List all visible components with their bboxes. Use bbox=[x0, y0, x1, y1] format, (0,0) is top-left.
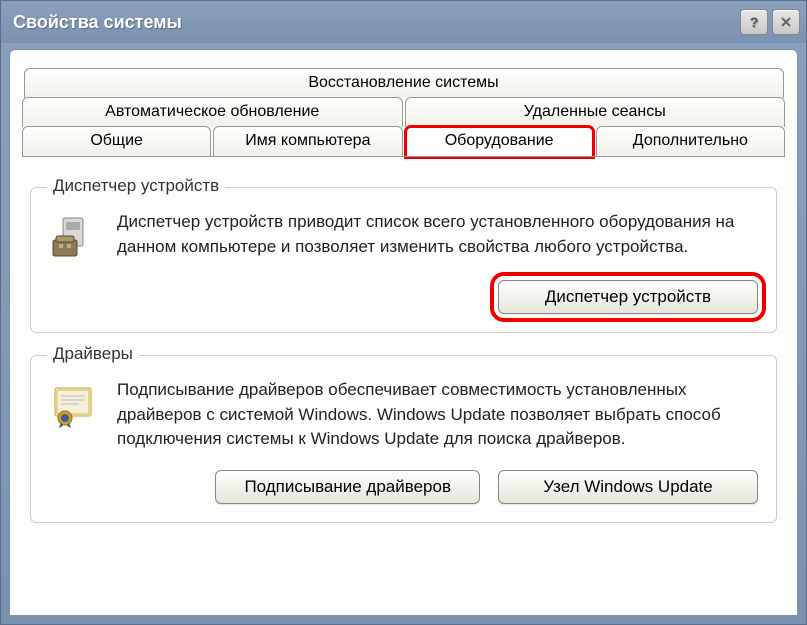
certificate-icon bbox=[49, 382, 97, 430]
drivers-description: Подписывание драйверов обеспечивает совм… bbox=[117, 378, 758, 452]
tab-panel-hardware: Диспетчер устройств Диспетчер устройств … bbox=[22, 156, 785, 523]
tab-remote[interactable]: Удаленные сеансы bbox=[405, 97, 786, 127]
help-button[interactable]: ? bbox=[740, 9, 768, 35]
tab-hardware[interactable]: Оборудование bbox=[405, 126, 594, 158]
groupbox-title-devmgr: Диспетчер устройств bbox=[47, 176, 225, 196]
driver-signing-button[interactable]: Подписывание драйверов bbox=[215, 470, 480, 504]
close-icon bbox=[780, 16, 792, 28]
groupbox-title-drivers: Драйверы bbox=[47, 344, 139, 364]
tab-system-restore[interactable]: Восстановление системы bbox=[24, 68, 784, 98]
device-manager-description: Диспетчер устройств приводит список всег… bbox=[117, 210, 758, 259]
tab-computer-name[interactable]: Имя компьютера bbox=[213, 126, 402, 156]
tab-auto-updates[interactable]: Автоматическое обновление bbox=[22, 97, 403, 127]
titlebar[interactable]: Свойства системы ? bbox=[1, 1, 806, 43]
window-title: Свойства системы bbox=[13, 12, 740, 33]
tabs: Восстановление системы Автоматическое об… bbox=[10, 68, 797, 156]
close-button[interactable] bbox=[772, 9, 800, 35]
groupbox-device-manager: Диспетчер устройств Диспетчер устройств … bbox=[30, 187, 777, 333]
dialog-content: Восстановление системы Автоматическое об… bbox=[9, 49, 798, 616]
tab-advanced[interactable]: Дополнительно bbox=[596, 126, 785, 156]
device-manager-button[interactable]: Диспетчер устройств bbox=[498, 280, 758, 314]
groupbox-drivers: Драйверы bbox=[30, 355, 777, 523]
windows-update-button[interactable]: Узел Windows Update bbox=[498, 470, 758, 504]
titlebar-buttons: ? bbox=[740, 9, 800, 35]
tab-general[interactable]: Общие bbox=[22, 126, 211, 156]
device-manager-icon bbox=[49, 214, 97, 262]
system-properties-window: Свойства системы ? Восстановление систем… bbox=[0, 0, 807, 625]
